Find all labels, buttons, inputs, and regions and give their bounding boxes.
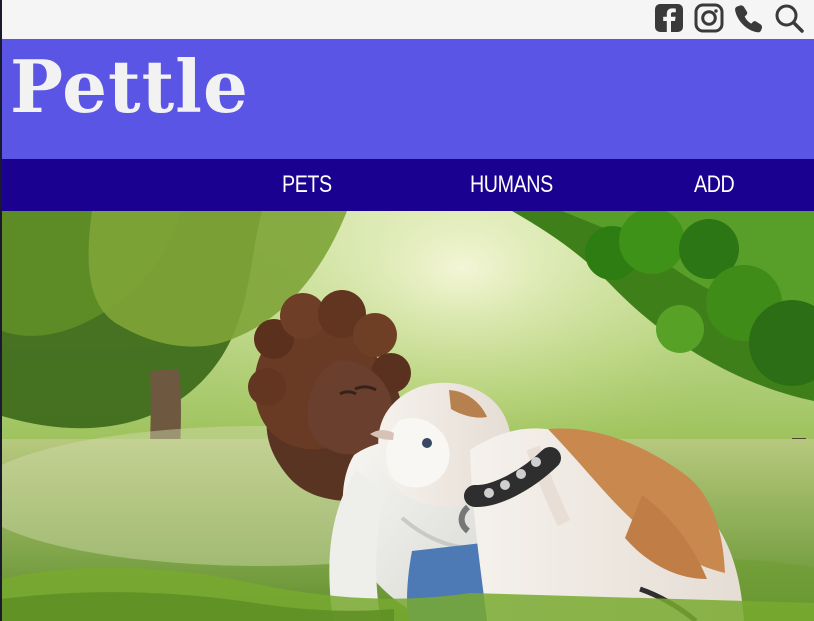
instagram-icon[interactable] [694,3,724,33]
main-nav: PETS HUMANS ADD [2,159,814,211]
nav-item-humans[interactable]: HUMANS [470,159,553,211]
facebook-icon[interactable] [654,3,684,33]
nav-item-add[interactable]: ADD [694,159,735,211]
page: Pettle PETS HUMANS ADD [0,0,814,621]
hero-photo-illustration [2,211,814,621]
search-icon[interactable] [774,3,804,33]
brand-header: Pettle [2,39,814,159]
social-icons [654,2,804,34]
phone-icon[interactable] [734,3,764,33]
nav-item-pets[interactable]: PETS [282,159,332,211]
hero-image [2,211,814,621]
top-utility-bar [2,0,814,39]
site-logo[interactable]: Pettle [10,51,249,123]
